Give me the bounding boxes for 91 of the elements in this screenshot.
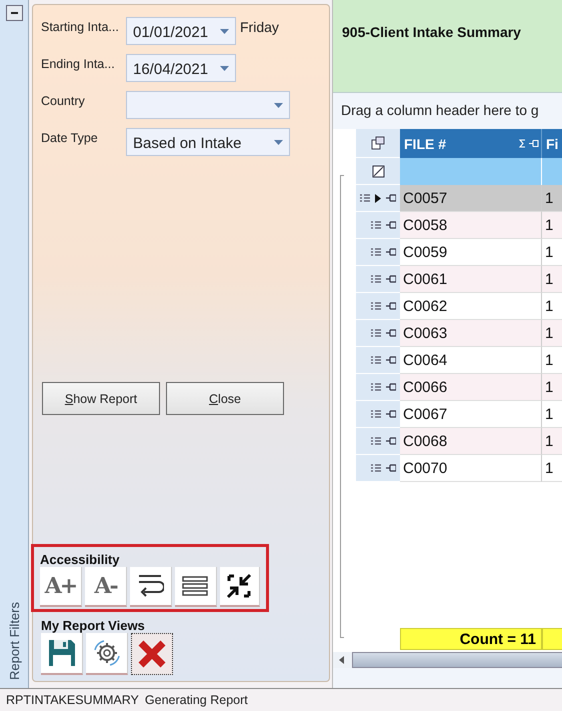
table-row[interactable]: C0067 1 (356, 401, 562, 428)
pin-icon[interactable] (386, 356, 396, 364)
row-detail-icon[interactable] (371, 220, 381, 230)
row-detail-icon[interactable] (371, 464, 381, 472)
table-cell: C0059 (400, 239, 542, 266)
row-detail-icon[interactable] (371, 410, 381, 418)
pin-icon[interactable] (386, 383, 396, 391)
dropdown-field[interactable]: Based on Intake (126, 128, 290, 156)
table-cell: 1 (542, 185, 562, 212)
row-spacing-icon[interactable] (174, 567, 217, 607)
font-size-button[interactable]: A+ (40, 567, 82, 607)
table-cell: C0070 (400, 455, 542, 482)
collapse-icon[interactable] (220, 567, 260, 607)
table-row[interactable]: C0057 1 (356, 185, 562, 212)
pin-icon[interactable] (386, 221, 396, 229)
collapse-button[interactable] (6, 5, 22, 21)
report-title: 905-Client Intake Summary (342, 24, 521, 40)
column-chooser-icon[interactable] (356, 129, 400, 158)
table-row[interactable]: C0066 1 (356, 374, 562, 401)
settings-icon[interactable] (86, 633, 128, 675)
close-button[interactable]: Close (166, 382, 284, 415)
pin-icon[interactable] (386, 194, 396, 202)
status-text: Generating Report (144, 693, 248, 707)
table-cell: 1 (542, 266, 562, 293)
pin-icon[interactable] (386, 329, 396, 337)
wrap-text-icon[interactable] (130, 567, 172, 607)
sum-pin-icon[interactable] (519, 139, 539, 148)
column-header[interactable]: Fi (542, 129, 562, 158)
summary-count: Count = 11 (400, 628, 542, 650)
table-cell: 1 (542, 428, 562, 455)
table-row[interactable]: C0068 1 (356, 428, 562, 455)
table-row[interactable]: C0062 1 (356, 293, 562, 320)
filter-editor-icon[interactable] (356, 158, 400, 185)
font-size-button[interactable]: A- (84, 567, 127, 607)
date-field[interactable]: 16/04/2021 (126, 54, 236, 82)
table-cell: C0062 (400, 293, 542, 320)
section-title: My Report Views (41, 618, 146, 633)
table-cell: C0066 (400, 374, 542, 401)
table-row[interactable]: C0063 1 (356, 320, 562, 347)
horizontal-scrollbar[interactable] (333, 652, 562, 668)
table-row[interactable]: C0059 1 (356, 239, 562, 266)
table-row[interactable]: C0058 1 (356, 212, 562, 239)
table-cell: 1 (542, 212, 562, 239)
save-icon[interactable] (41, 633, 83, 675)
show-report-button[interactable]: Show Report (42, 382, 160, 415)
pin-icon[interactable] (386, 410, 396, 418)
table-cell: 1 (542, 374, 562, 401)
section-title: Accessibility (40, 552, 120, 567)
dropdown-caret-icon[interactable] (274, 140, 283, 144)
row-detail-icon[interactable] (371, 248, 381, 256)
row-detail-icon[interactable] (371, 274, 381, 284)
table-cell: C0063 (400, 320, 542, 347)
date-field[interactable]: 01/01/2021 (126, 17, 236, 45)
pin-icon[interactable] (386, 464, 396, 472)
pin-icon[interactable] (386, 302, 396, 310)
row-detail-icon[interactable] (371, 436, 381, 446)
group-panel-hint: Drag a column header here to g (340, 101, 540, 120)
row-detail-icon[interactable] (371, 302, 381, 310)
pin-icon[interactable] (386, 248, 396, 256)
table-cell: C0058 (400, 212, 542, 239)
field-label: Date Type (41, 130, 99, 145)
field-label: Ending Inta... (41, 56, 116, 71)
table-cell: C0061 (400, 266, 542, 293)
dropdown-caret-icon[interactable] (220, 28, 229, 34)
table-cell: C0064 (400, 347, 542, 374)
table-row[interactable]: C0070 1 (356, 455, 562, 482)
dropdown-caret-icon[interactable] (274, 102, 283, 108)
weekday-label: Friday (239, 18, 279, 35)
table-row[interactable]: C0061 1 (356, 266, 562, 293)
current-row-arrow-icon (375, 194, 381, 202)
table-row[interactable]: C0064 1 (356, 347, 562, 374)
column-header[interactable]: FILE # (400, 129, 542, 158)
field-label: Starting Inta... (41, 19, 120, 34)
side-strip-label: Report Filters (6, 602, 22, 680)
field-label: Country (41, 93, 86, 108)
scroll-left-icon[interactable] (339, 656, 344, 664)
table-cell: C0068 (400, 428, 542, 455)
row-detail-icon[interactable] (371, 382, 381, 392)
dropdown-caret-icon[interactable] (220, 66, 229, 70)
table-cell: C0057 (400, 185, 542, 212)
status-text: RPTINTAKESUMMARY (6, 693, 139, 707)
row-detail-icon[interactable] (371, 356, 381, 364)
pin-icon[interactable] (386, 275, 396, 283)
dropdown-field[interactable] (126, 91, 290, 119)
table-cell: 1 (542, 320, 562, 347)
row-detail-icon[interactable] (360, 194, 370, 202)
pin-icon[interactable] (386, 437, 396, 445)
row-detail-icon[interactable] (371, 328, 381, 338)
delete-icon[interactable] (131, 633, 173, 675)
table-cell: C0067 (400, 401, 542, 428)
filter-cell[interactable] (400, 158, 542, 185)
